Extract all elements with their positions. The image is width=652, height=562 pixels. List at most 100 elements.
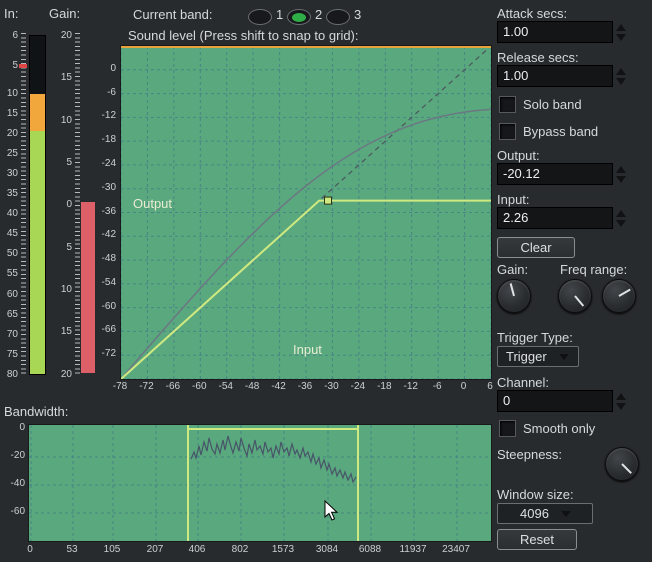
graph-x-tick: -72 — [139, 381, 153, 392]
graph-y-tick: -48 — [92, 253, 116, 264]
spin-up-icon[interactable] — [616, 24, 626, 31]
input-value[interactable]: 2.26 — [497, 207, 613, 229]
gain-knob-label: Gain: — [497, 262, 528, 277]
graph-y-tick: -6 — [92, 87, 116, 98]
output-label: Output: — [497, 148, 540, 163]
spin-down-icon[interactable] — [616, 34, 626, 41]
graph-x-tick: -66 — [166, 381, 180, 392]
in-meter-label: In: — [4, 6, 18, 21]
bypass-band-checkbox[interactable]: Bypass band — [499, 123, 598, 140]
trigger-type-dropdown[interactable]: Trigger — [497, 346, 579, 367]
mouse-cursor — [324, 500, 340, 522]
sound-level-title: Sound level (Press shift to snap to grid… — [128, 28, 359, 43]
input-spinner[interactable] — [613, 207, 629, 229]
bw-x-tick: 0 — [27, 544, 33, 555]
in-scale-tick: 6 — [2, 30, 18, 41]
window-size-dropdown[interactable]: 4096 — [497, 503, 593, 524]
trigger-type-label: Trigger Type: — [497, 330, 573, 345]
graph-y-tick: -66 — [92, 324, 116, 335]
in-meter-green-segment — [30, 131, 45, 374]
dropdown-arrow-icon — [559, 354, 569, 360]
attack-spinbox[interactable]: 1.00 — [497, 21, 629, 43]
bw-x-tick: 207 — [147, 544, 164, 555]
bandwidth-graph[interactable] — [28, 424, 492, 542]
band-radio-3[interactable] — [326, 9, 350, 25]
knob-pointer — [574, 295, 584, 306]
graph-x-tick: 6 — [487, 381, 493, 392]
checkbox-box[interactable] — [499, 96, 516, 113]
channel-value[interactable]: 0 — [497, 390, 613, 412]
gain-meter-label: Gain: — [49, 6, 80, 21]
steepness-knob[interactable] — [605, 447, 639, 481]
graph-x-tick: -36 — [298, 381, 312, 392]
attack-label: Attack secs: — [497, 6, 567, 21]
radio-dot — [292, 13, 306, 22]
release-spinner[interactable] — [613, 65, 629, 87]
spin-up-icon[interactable] — [616, 210, 626, 217]
spin-up-icon[interactable] — [616, 166, 626, 173]
band-radio-2[interactable] — [287, 9, 311, 25]
attack-spinner[interactable] — [613, 21, 629, 43]
bw-y-tick: 0 — [0, 422, 25, 433]
release-spinbox[interactable]: 1.00 — [497, 65, 629, 87]
gain-scale-tick: 15 — [52, 326, 72, 337]
band-radio-1[interactable] — [248, 9, 272, 25]
in-scale-tick: 50 — [2, 248, 18, 259]
freq-range-label: Freq range: — [560, 262, 627, 277]
graph-x-tick: -48 — [245, 381, 259, 392]
bw-x-tick: 1573 — [272, 544, 294, 555]
graph-y-tick: 0 — [92, 63, 116, 74]
in-scale-tick: 15 — [2, 108, 18, 119]
graph-x-tick: -12 — [403, 381, 417, 392]
in-meter-ruler-ticks — [21, 33, 26, 375]
spin-up-icon[interactable] — [616, 393, 626, 400]
sound-level-graph[interactable]: Output Input — [120, 45, 492, 380]
freq-high-knob[interactable] — [602, 279, 636, 313]
spin-up-icon[interactable] — [616, 68, 626, 75]
output-spinner[interactable] — [613, 163, 629, 185]
spin-down-icon[interactable] — [616, 78, 626, 85]
sound-level-plot[interactable] — [121, 46, 491, 379]
graph-y-tick: -30 — [92, 182, 116, 193]
multiband-plugin-window: In: Gain: Current band: 1 2 3 Sound leve… — [0, 0, 652, 562]
in-scale-tick: 40 — [2, 208, 18, 219]
in-scale-tick: 65 — [2, 309, 18, 320]
graph-x-tick: -24 — [351, 381, 365, 392]
graph-y-tick: -42 — [92, 229, 116, 240]
bandwidth-plot[interactable] — [29, 425, 491, 541]
smooth-only-label: Smooth only — [523, 421, 595, 436]
smooth-only-checkbox[interactable]: Smooth only — [499, 420, 595, 437]
channel-spinner[interactable] — [613, 390, 629, 412]
freq-low-knob[interactable] — [558, 279, 592, 313]
bandwidth-label: Bandwidth: — [4, 404, 68, 419]
in-scale-tick: 10 — [2, 88, 18, 99]
clear-button[interactable]: Clear — [497, 237, 575, 258]
gain-knob[interactable] — [497, 279, 531, 313]
input-axis-label: Input — [293, 342, 322, 357]
graph-x-tick: -42 — [271, 381, 285, 392]
graph-y-tick: -54 — [92, 277, 116, 288]
release-value[interactable]: 1.00 — [497, 65, 613, 87]
channel-spinbox[interactable]: 0 — [497, 390, 629, 412]
reset-button[interactable]: Reset — [497, 529, 577, 550]
solo-band-checkbox[interactable]: Solo band — [499, 96, 582, 113]
attack-value[interactable]: 1.00 — [497, 21, 613, 43]
graph-y-tick: -36 — [92, 206, 116, 217]
spin-down-icon[interactable] — [616, 403, 626, 410]
graph-y-tick: -72 — [92, 348, 116, 359]
gain-meter-ruler-ticks — [75, 33, 80, 375]
spin-down-icon[interactable] — [616, 176, 626, 183]
checkbox-box[interactable] — [499, 123, 516, 140]
output-value[interactable]: -20.12 — [497, 163, 613, 185]
bw-y-tick: -60 — [0, 506, 25, 517]
gain-scale-tick: 10 — [52, 115, 72, 126]
band-radio-3-label: 3 — [354, 7, 361, 22]
output-spinbox[interactable]: -20.12 — [497, 163, 629, 185]
in-scale-tick: 25 — [2, 148, 18, 159]
knob-pointer — [621, 463, 632, 474]
graph-x-tick: -78 — [113, 381, 127, 392]
knob-pointer — [510, 283, 515, 296]
spin-down-icon[interactable] — [616, 220, 626, 227]
input-spinbox[interactable]: 2.26 — [497, 207, 629, 229]
checkbox-box[interactable] — [499, 420, 516, 437]
